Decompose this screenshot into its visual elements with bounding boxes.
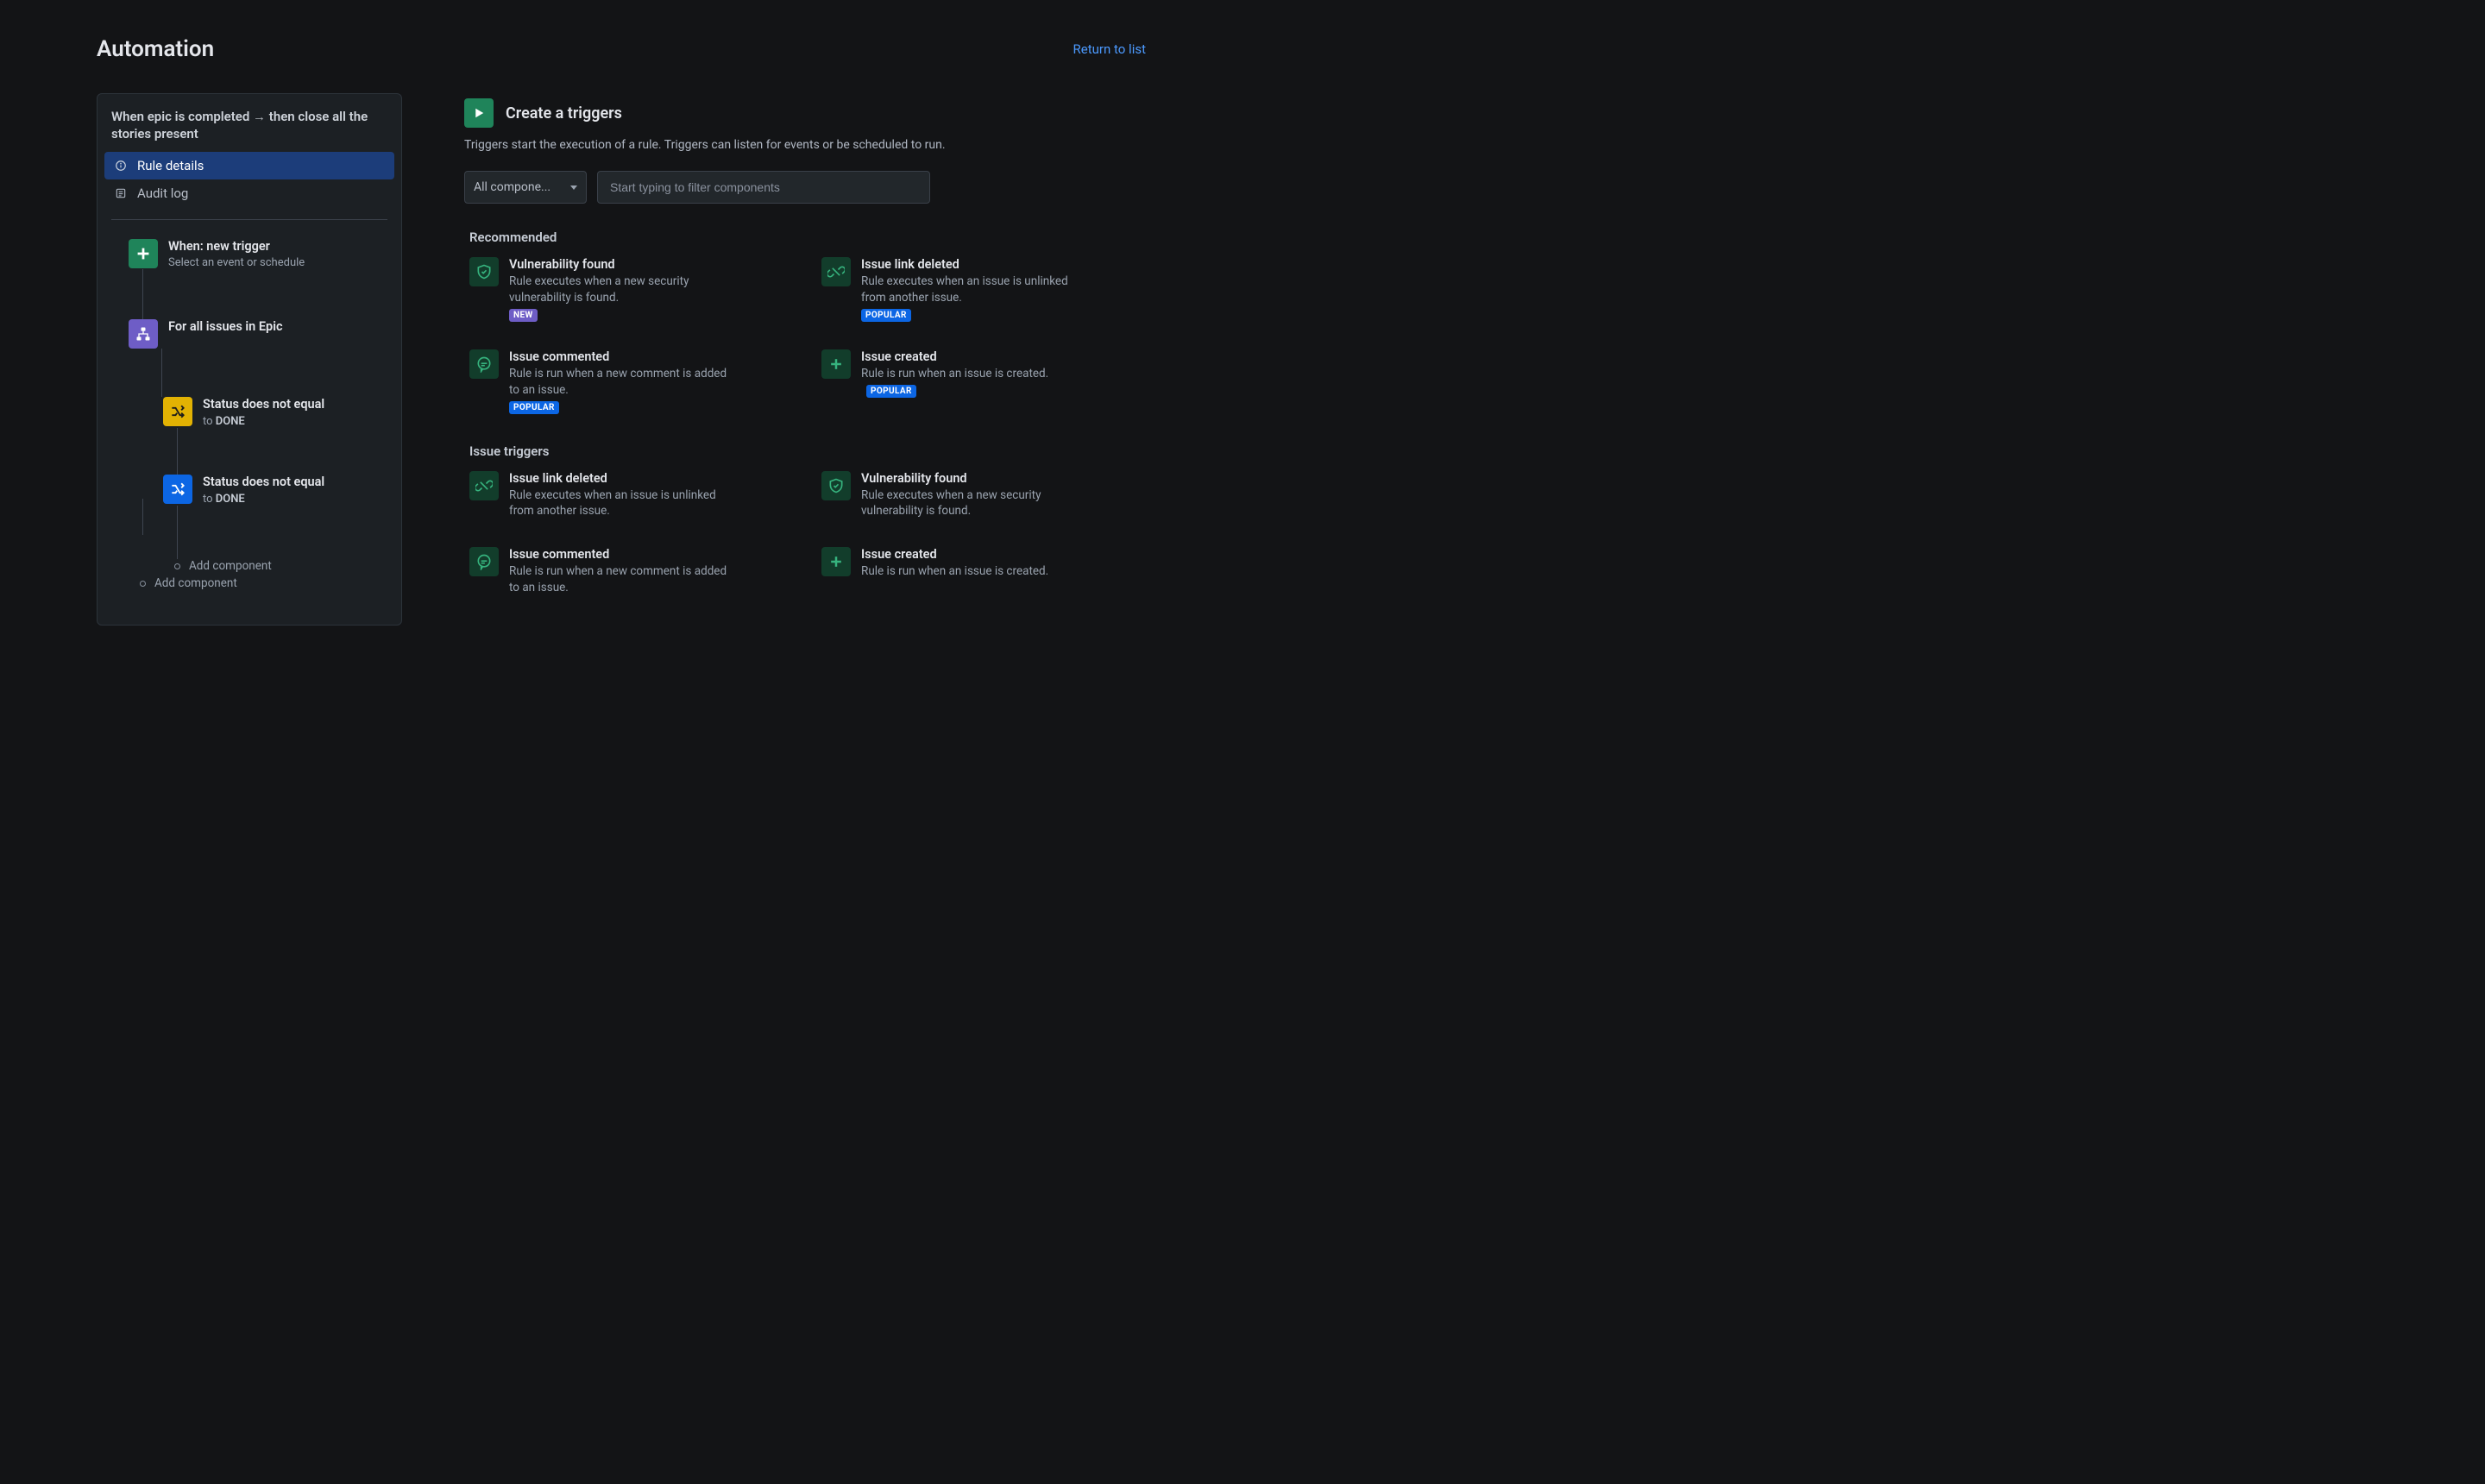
- connector: [161, 349, 162, 397]
- trigger-desc: Rule executes when an issue is unlinked …: [861, 274, 1085, 306]
- arrow-icon: →: [253, 109, 269, 124]
- trigger-desc: Rule executes when a new security vulner…: [509, 274, 733, 306]
- plus-icon: [821, 349, 851, 379]
- popular-badge: POPULAR: [861, 309, 911, 322]
- add-component-outer-label: Add component: [154, 576, 237, 590]
- return-to-list-link[interactable]: Return to list: [1073, 41, 1146, 57]
- trigger-title: Vulnerability found: [509, 257, 733, 272]
- shuffle-icon: [163, 475, 192, 504]
- nav-audit-log[interactable]: Audit log: [104, 179, 394, 207]
- add-dot-icon: [174, 563, 180, 569]
- flow-trigger-node[interactable]: When: new trigger Select an event or sch…: [129, 239, 394, 270]
- add-component-inner-label: Add component: [189, 559, 272, 573]
- flow-cond2-sub: to DONE: [203, 493, 324, 506]
- trigger-desc: Rule executes when an issue is unlinked …: [509, 487, 733, 520]
- trigger-desc: Rule is run when a new comment is added …: [509, 563, 733, 596]
- flow-trigger-title: When: new trigger: [168, 239, 305, 255]
- unlink-icon: [469, 471, 499, 500]
- trigger-link-deleted-rec[interactable]: Issue link deleted Rule executes when an…: [821, 257, 1146, 322]
- trigger-desc: Rule is run when a new comment is added …: [509, 366, 733, 399]
- component-type-select[interactable]: All compone...: [464, 171, 587, 204]
- play-icon: [464, 98, 494, 128]
- chevron-down-icon: [570, 186, 577, 190]
- section-recommended: Recommended: [469, 230, 1146, 245]
- add-component-outer[interactable]: Add component: [142, 576, 394, 590]
- shuffle-icon: [163, 397, 192, 426]
- nav-audit-log-label: Audit log: [137, 186, 188, 201]
- trigger-title: Issue commented: [509, 349, 733, 364]
- popular-badge: POPULAR: [509, 401, 559, 414]
- flow-branch-title: For all issues in Epic: [168, 319, 283, 336]
- select-value: All compone...: [474, 180, 550, 194]
- comment-icon: [469, 349, 499, 379]
- unlink-icon: [821, 257, 851, 286]
- trigger-created-rec[interactable]: Issue created Rule is run when an issue …: [821, 349, 1146, 414]
- nav-rule-details[interactable]: Rule details: [104, 152, 394, 179]
- rule-builder-panel: When epic is completed → then close all …: [97, 93, 402, 626]
- plus-icon: [821, 547, 851, 576]
- flow-cond2-title: Status does not equal: [203, 475, 324, 491]
- shield-icon: [469, 257, 499, 286]
- shield-icon: [821, 471, 851, 500]
- trigger-desc: Rule executes when a new security vulner…: [861, 487, 1085, 520]
- trigger-title: Issue commented: [509, 547, 733, 562]
- trigger-created[interactable]: Issue created Rule is run when an issue …: [821, 547, 1146, 596]
- section-issue-triggers: Issue triggers: [469, 443, 1146, 459]
- flow-branch-node[interactable]: For all issues in Epic: [129, 319, 394, 349]
- filter-input[interactable]: [597, 171, 930, 204]
- flow-condition-1[interactable]: Status does not equal to DONE: [163, 397, 394, 428]
- rule-name: When epic is completed → then close all …: [104, 108, 394, 152]
- panel-description: Triggers start the execution of a rule. …: [464, 138, 1146, 152]
- panel-title: Create a triggers: [506, 104, 622, 123]
- sitemap-icon: [129, 319, 158, 349]
- flow-cond1-sub: to DONE: [203, 415, 324, 428]
- trigger-title: Issue created: [861, 349, 1085, 364]
- trigger-title: Issue link deleted: [509, 471, 733, 486]
- right-panel: Create a triggers Triggers start the exe…: [464, 93, 1146, 626]
- trigger-commented-rec[interactable]: Issue commented Rule is run when a new c…: [469, 349, 794, 414]
- connector: [142, 269, 143, 319]
- trigger-title: Vulnerability found: [861, 471, 1085, 486]
- trigger-vulnerability-found[interactable]: Vulnerability found Rule executes when a…: [469, 257, 794, 322]
- comment-icon: [469, 547, 499, 576]
- trigger-desc: Rule is run when an issue is created.: [861, 563, 1048, 580]
- trigger-vulnerability-found-2[interactable]: Vulnerability found Rule executes when a…: [821, 471, 1146, 520]
- popular-badge: POPULAR: [866, 385, 916, 398]
- flow-condition-2[interactable]: Status does not equal to DONE: [163, 475, 394, 506]
- trigger-desc: Rule is run when an issue is created.: [861, 367, 1048, 380]
- trigger-title: Issue link deleted: [861, 257, 1085, 272]
- page-title: Automation: [97, 36, 214, 62]
- nav-rule-details-label: Rule details: [137, 158, 204, 173]
- trigger-link-deleted[interactable]: Issue link deleted Rule executes when an…: [469, 471, 794, 520]
- flow-cond1-title: Status does not equal: [203, 397, 324, 413]
- rule-name-pre: When epic is completed: [111, 109, 249, 124]
- list-icon: [115, 187, 127, 199]
- connector: [142, 499, 143, 535]
- flow-trigger-sub: Select an event or schedule: [168, 256, 305, 269]
- plus-icon: [129, 239, 158, 268]
- new-badge: NEW: [509, 309, 538, 322]
- add-dot-icon: [140, 581, 146, 587]
- divider: [111, 219, 387, 220]
- info-icon: [115, 160, 127, 172]
- trigger-commented[interactable]: Issue commented Rule is run when a new c…: [469, 547, 794, 596]
- trigger-title: Issue created: [861, 547, 1048, 562]
- connector: [177, 428, 178, 475]
